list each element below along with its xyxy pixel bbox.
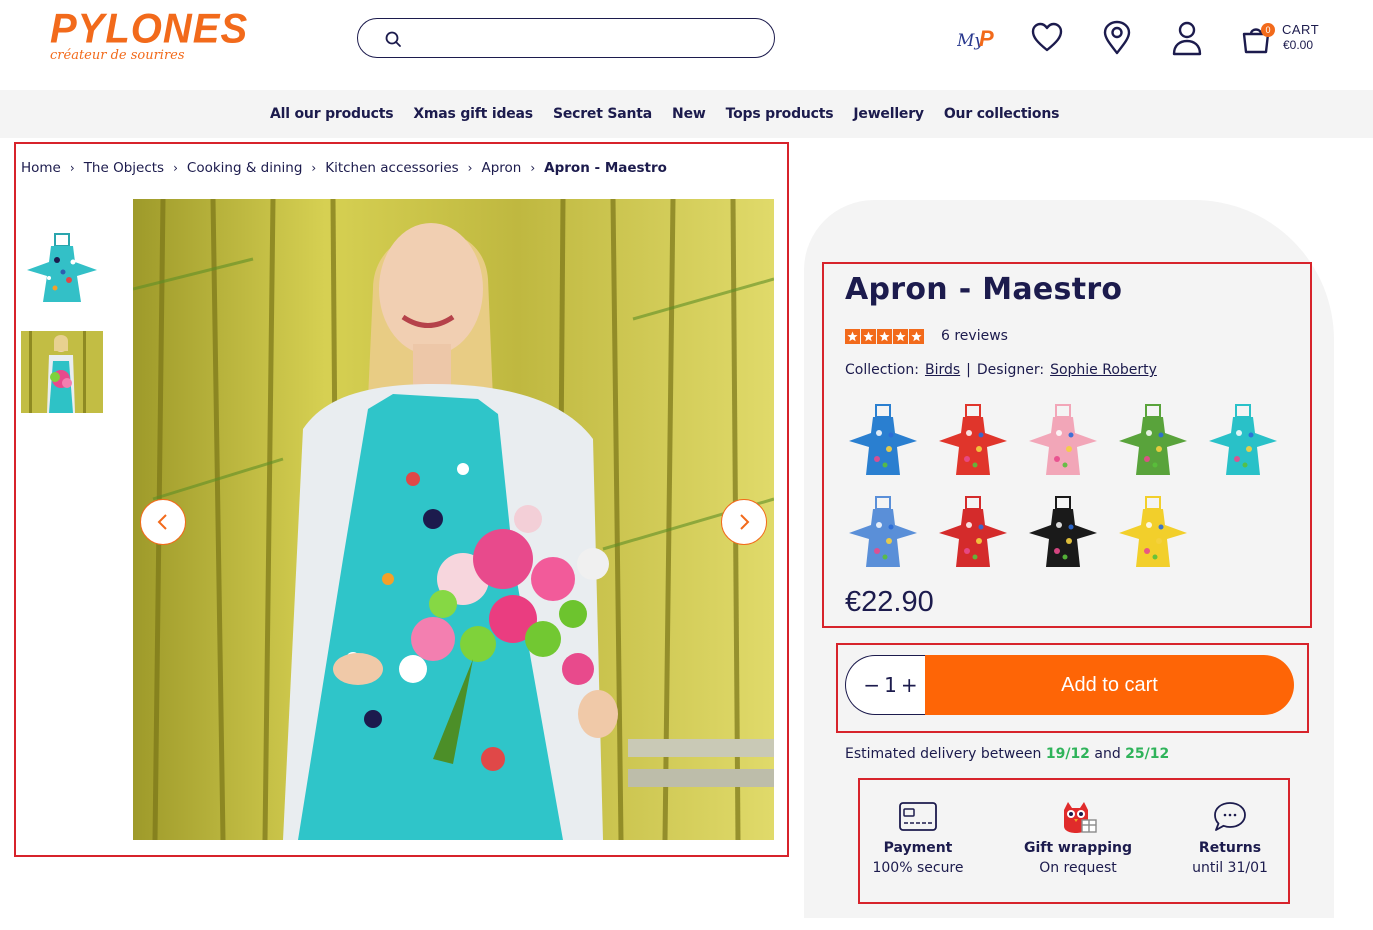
carousel-next-button[interactable] (721, 499, 767, 545)
location-pin-icon[interactable] (1100, 20, 1134, 56)
feature-returns: Returns until 31/01 (1155, 800, 1305, 876)
thumbnail-apron-product[interactable] (21, 228, 103, 310)
product-price: €22.90 (845, 586, 934, 618)
nav-item-all-products[interactable]: All our products (270, 106, 394, 122)
delivery-estimate: Estimated delivery between 19/12 and 25/… (845, 746, 1169, 762)
breadcrumb-current: Apron - Maestro (544, 160, 667, 176)
cart-count-badge: 0 (1261, 23, 1275, 37)
designer-link[interactable]: Sophie Roberty (1050, 362, 1157, 378)
apron-swatch-icon (939, 404, 1007, 475)
site-header: PYLONES créateur de sourires My P 0 CART… (0, 0, 1373, 90)
nav-item-jewellery[interactable]: Jewellery (853, 106, 924, 122)
apron-swatch-icon (849, 496, 917, 567)
product-main-image (133, 199, 774, 840)
chevron-right-icon: › (173, 161, 178, 175)
variant-swatch[interactable] (1115, 495, 1191, 571)
quantity-increase-button[interactable]: + (901, 675, 918, 695)
main-nav: All our products Xmas gift ideas Secret … (0, 90, 1373, 138)
variant-swatch[interactable] (1205, 403, 1281, 479)
apron-swatch-icon (939, 496, 1007, 567)
product-meta: Collection: Birds | Designer: Sophie Rob… (845, 362, 1157, 378)
quantity-stepper: − 1 + (845, 655, 935, 715)
feature-gift-wrapping-title: Gift wrapping (1023, 840, 1133, 856)
variant-swatch[interactable] (845, 495, 921, 571)
star-icon (893, 329, 908, 344)
apron-thumbnail-image (27, 233, 97, 302)
star-icon (877, 329, 892, 344)
cart-total: €0.00 (1283, 38, 1314, 52)
chevron-right-icon (740, 514, 750, 530)
nav-item-xmas-gift-ideas[interactable]: Xmas gift ideas (413, 106, 533, 122)
apron-swatch-icon (1119, 404, 1187, 475)
apron-swatch-icon (1209, 404, 1277, 475)
star-icon (845, 329, 860, 344)
search-icon (385, 31, 401, 47)
feature-gift-wrapping-sub: On request (1039, 860, 1117, 876)
variant-swatch[interactable] (845, 403, 921, 479)
carousel-prev-button[interactable] (140, 499, 186, 545)
chevron-right-icon: › (530, 161, 536, 175)
apron-swatch-icon (1029, 404, 1097, 475)
quantity-value[interactable]: 1 (884, 673, 897, 697)
breadcrumb: Home › The Objects › Cooking & dining › … (21, 158, 667, 178)
breadcrumb-apron[interactable]: Apron (481, 160, 521, 176)
brand-logo[interactable]: PYLONES créateur de sourires (50, 5, 249, 63)
chat-bubble-icon (1214, 802, 1246, 831)
variant-swatch[interactable] (1025, 403, 1101, 479)
star-icon (861, 329, 876, 344)
thumbnail-apron-model[interactable] (21, 331, 103, 413)
variant-swatch[interactable] (935, 403, 1011, 479)
heart-icon[interactable] (1030, 20, 1064, 56)
quantity-decrease-button[interactable]: − (863, 675, 880, 695)
breadcrumb-the-objects[interactable]: The Objects (84, 160, 164, 176)
designer-label: Designer: (976, 362, 1045, 378)
nav-item-new[interactable]: New (672, 106, 706, 122)
apron-swatch-icon (1119, 496, 1187, 567)
cart-label[interactable]: CART (1282, 22, 1319, 37)
chevron-left-icon (157, 514, 167, 530)
feature-payment-sub: 100% secure (872, 860, 964, 876)
apron-swatch-icon (1029, 496, 1097, 567)
apron-swatch-icon (849, 404, 917, 475)
apron-model-photo (133, 199, 774, 840)
breadcrumb-home[interactable]: Home (21, 160, 61, 176)
gift-owl-icon (1064, 802, 1097, 833)
reviews-link[interactable]: 6 reviews (941, 328, 1008, 344)
variant-swatch[interactable] (935, 495, 1011, 571)
delivery-prefix: Estimated delivery between (845, 746, 1042, 762)
delivery-date-to: 25/12 (1125, 746, 1170, 762)
star-icon (909, 329, 924, 344)
collection-label: Collection: (845, 362, 919, 378)
chevron-right-icon: › (311, 161, 317, 175)
feature-returns-title: Returns (1198, 840, 1262, 856)
feature-returns-sub: until 31/01 (1192, 860, 1268, 876)
delivery-date-from: 19/12 (1045, 746, 1090, 762)
chevron-right-icon: › (467, 161, 473, 175)
product-title: Apron - Maestro (845, 272, 1123, 307)
add-to-cart-button[interactable]: Add to cart (925, 655, 1294, 715)
meta-divider: | (966, 362, 971, 378)
feature-payment: Payment 100% secure (843, 800, 993, 876)
feature-payment-title: Payment (883, 840, 953, 856)
search-input[interactable] (357, 18, 775, 58)
breadcrumb-cooking-dining[interactable]: Cooking & dining (187, 160, 303, 176)
variant-swatch[interactable] (1115, 403, 1191, 479)
brand-logo-name: PYLONES (50, 5, 249, 53)
nav-item-our-collections[interactable]: Our collections (944, 106, 1060, 122)
feature-gift-wrapping: Gift wrapping On request (1003, 800, 1153, 876)
myp-icon[interactable]: My P (957, 22, 999, 54)
nav-item-tops-products[interactable]: Tops products (726, 106, 834, 122)
svg-text:P: P (979, 26, 994, 51)
rating-stars[interactable] (845, 329, 924, 344)
user-icon[interactable] (1170, 20, 1204, 56)
variant-swatch[interactable] (1025, 495, 1101, 571)
breadcrumb-kitchen-accessories[interactable]: Kitchen accessories (325, 160, 458, 176)
collection-link[interactable]: Birds (925, 362, 960, 378)
delivery-and: and (1094, 746, 1121, 762)
model-thumbnail-image (21, 331, 103, 413)
nav-item-secret-santa[interactable]: Secret Santa (553, 106, 652, 122)
credit-card-icon (899, 802, 937, 831)
chevron-right-icon: › (69, 161, 75, 175)
